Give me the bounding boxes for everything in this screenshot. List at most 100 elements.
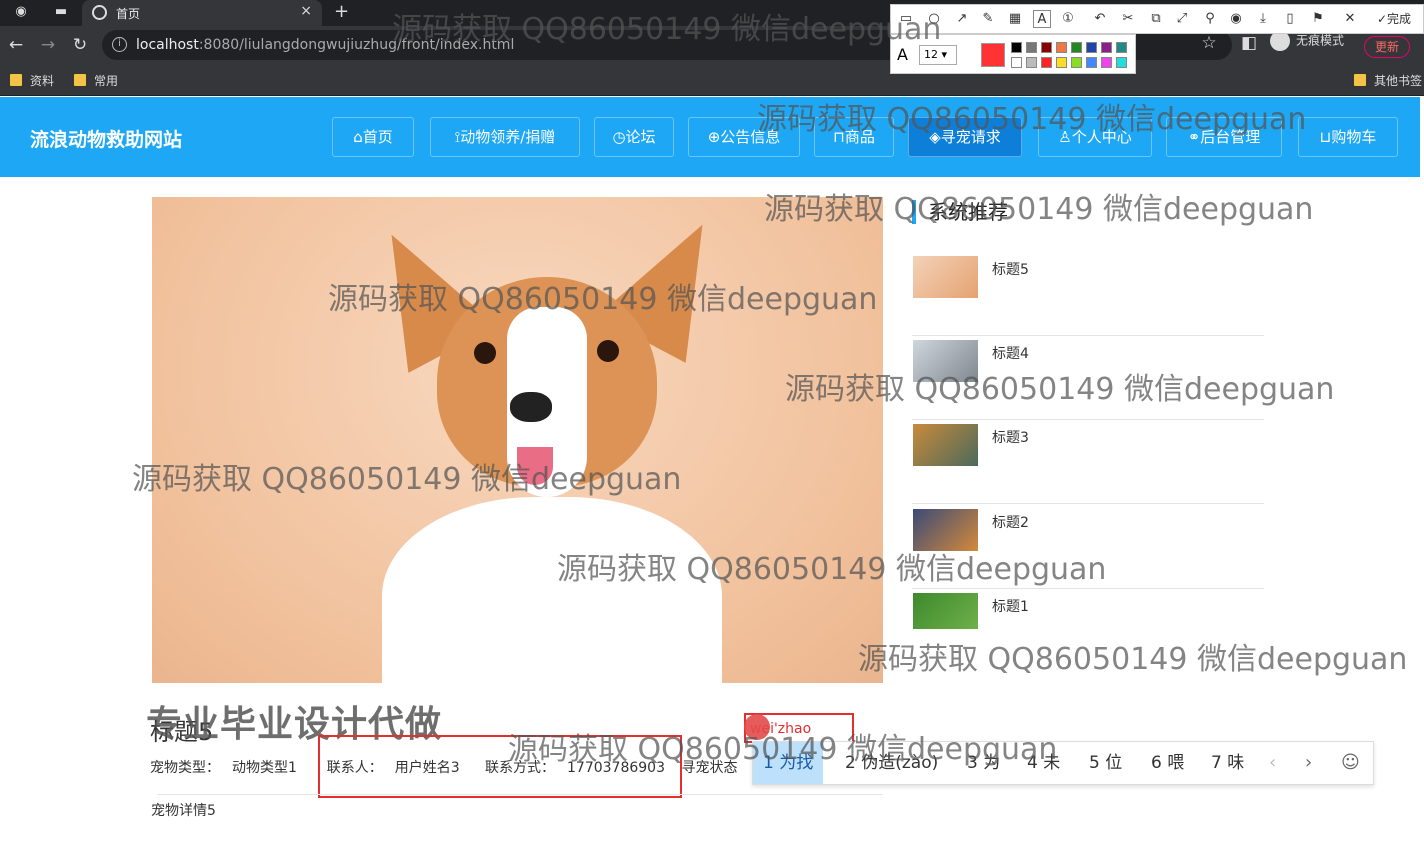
recommend-item-title[interactable]: 标题3 [992,427,1029,447]
color-swatch[interactable] [1041,57,1052,68]
nav-personal-center[interactable]: ♙个人中心 [1038,117,1152,157]
bookmark-icon[interactable]: ⚑ [1309,10,1327,28]
color-swatch[interactable] [1116,57,1127,68]
recommend-item[interactable]: 标题3 [912,424,1264,504]
recommend-item-title[interactable]: 标题2 [992,512,1029,532]
ime-next-page-icon[interactable]: › [1305,752,1312,773]
ime-prev-page-icon[interactable]: ‹ [1269,752,1276,773]
recommend-heading: 系统推荐 [912,200,1008,224]
recommend-item[interactable]: 标题5 [912,256,1264,336]
color-swatch[interactable] [1071,42,1082,53]
ellipse-tool-icon[interactable]: ○ [925,10,943,28]
new-tab-button[interactable]: + [334,1,349,22]
nav-announcements[interactable]: ⊕公告信息 [688,117,800,157]
side-panel-icon[interactable]: ◧ [1238,32,1260,54]
record-icon[interactable]: ◉ [1227,10,1245,28]
ime-candidate[interactable]: 3 为 [957,742,1010,784]
bookmarks-bar: 资料 常用 其他书签 [0,64,1424,96]
cancel-icon[interactable]: ✕ [1341,10,1359,28]
color-swatch[interactable] [1056,42,1067,53]
arrow-tool-icon[interactable]: ↗ [953,10,971,28]
done-button[interactable]: ✓完成 [1369,10,1419,28]
scissors-icon[interactable]: ✂ [1119,10,1137,28]
text-tool-icon[interactable]: A [1033,10,1051,28]
current-color-swatch[interactable] [981,43,1005,67]
recommend-item[interactable]: 标题2 [912,509,1264,589]
color-swatch[interactable] [1116,42,1127,53]
color-swatch[interactable] [1011,57,1022,68]
recommend-item-title[interactable]: 标题4 [992,343,1029,363]
color-swatch[interactable] [1026,57,1037,68]
pet-description: 宠物详情5 [151,803,216,819]
status-label: 寻宠状态 [681,760,738,776]
browser-menu-icon[interactable]: ◉ [12,3,30,21]
back-icon[interactable]: ← [5,34,27,56]
ime-candidate[interactable]: 5 位 [1079,742,1132,784]
ime-emoji-icon[interactable]: ☺ [1341,752,1360,773]
tab-search-icon[interactable]: ▬ [52,3,70,21]
watermark: 源码获取 QQ86050149 微信deepguan [858,642,1408,677]
other-bookmarks-label: 其他书签 [1374,74,1423,88]
recommend-item[interactable]: 标题1 [912,593,1264,633]
color-swatch[interactable] [1101,42,1112,53]
color-swatch[interactable] [1071,57,1082,68]
ime-candidate-bar: 1 为找 2 伪造(zào) 3 为 4 未 5 位 6 喂 7 味 ‹ › ☺ [752,741,1374,785]
update-button[interactable]: 更新 [1364,36,1410,58]
incognito-indicator[interactable]: 无痕模式 [1270,31,1344,51]
color-swatch[interactable] [1011,42,1022,53]
nav-products[interactable]: ⊓商品 [814,117,894,157]
undo-icon[interactable]: ↶ [1091,10,1109,28]
site-info-icon[interactable]: i [112,37,127,52]
phone-icon[interactable]: ▯ [1281,10,1299,28]
bookmark-folder-changyong[interactable]: 常用 [74,72,118,89]
nav-admin[interactable]: ⚭后台管理 [1166,117,1282,157]
bookmark-folder-ziliao[interactable]: 资料 [10,72,54,89]
color-swatch[interactable] [1026,42,1037,53]
nav-cart[interactable]: ⊔购物车 [1298,117,1398,157]
cursor-highlight-dot [744,714,770,740]
nav-adopt-donate[interactable]: ⟟动物领养/捐赠 [430,117,580,157]
nav-home[interactable]: ⌂首页 [332,117,414,157]
fullscreen-icon[interactable]: ⤢ [1173,10,1191,28]
color-swatch[interactable] [1056,57,1067,68]
recommend-thumbnail[interactable] [913,424,978,466]
recommend-thumbnail[interactable] [913,509,978,551]
recommend-item[interactable]: 标题4 [912,340,1264,420]
reload-icon[interactable]: ↻ [69,34,91,56]
url-text[interactable]: localhost:8080/liulangdongwujiuzhug/fron… [136,37,514,53]
ime-candidate[interactable]: 1 为找 [753,742,824,784]
rect-tool-icon[interactable]: ▭ [897,10,915,28]
recommend-item-title[interactable]: 标题1 [992,596,1029,616]
recommend-thumbnail[interactable] [913,256,978,298]
url-path: :8080/liulangdongwujiuzhug/front/index.h… [198,37,515,53]
recommend-item-title[interactable]: 标题5 [992,259,1029,279]
download-icon[interactable]: ⤓ [1254,10,1272,28]
color-swatch[interactable] [1086,57,1097,68]
recommend-thumbnail[interactable] [913,340,978,382]
bookmark-label: 常用 [94,74,119,88]
ime-candidate[interactable]: 7 味 [1201,742,1254,784]
incognito-label: 无痕模式 [1296,33,1345,48]
close-tab-icon[interactable]: × [300,3,312,19]
globe-icon [92,5,107,20]
nav-forum[interactable]: ◷论坛 [594,117,674,157]
copy-icon[interactable]: ⧉ [1147,10,1165,28]
ime-candidate[interactable]: 6 喂 [1141,742,1194,784]
pen-tool-icon[interactable]: ✎ [979,10,997,28]
color-swatch[interactable] [1086,42,1097,53]
number-tool-icon[interactable]: ① [1059,10,1077,28]
font-size-select[interactable]: 12 ▾ [919,45,957,65]
pin-icon[interactable]: ⚲ [1201,10,1219,28]
other-bookmarks[interactable]: 其他书签 [1354,72,1422,89]
mosaic-tool-icon[interactable]: ▦ [1006,10,1024,28]
forward-icon[interactable]: → [37,34,59,56]
ime-candidate[interactable]: 2 伪造(zào) [835,742,948,784]
nav-pet-search[interactable]: ◈寻宠请求 [908,117,1022,157]
browser-tab[interactable]: 首页 × [82,0,322,26]
recommend-thumbnail[interactable] [913,593,978,629]
ime-candidate[interactable]: 4 未 [1017,742,1070,784]
color-swatch[interactable] [1101,57,1112,68]
color-swatch[interactable] [1041,42,1052,53]
url-host: localhost [136,37,199,53]
bookmark-star-icon[interactable]: ☆ [1198,32,1220,54]
